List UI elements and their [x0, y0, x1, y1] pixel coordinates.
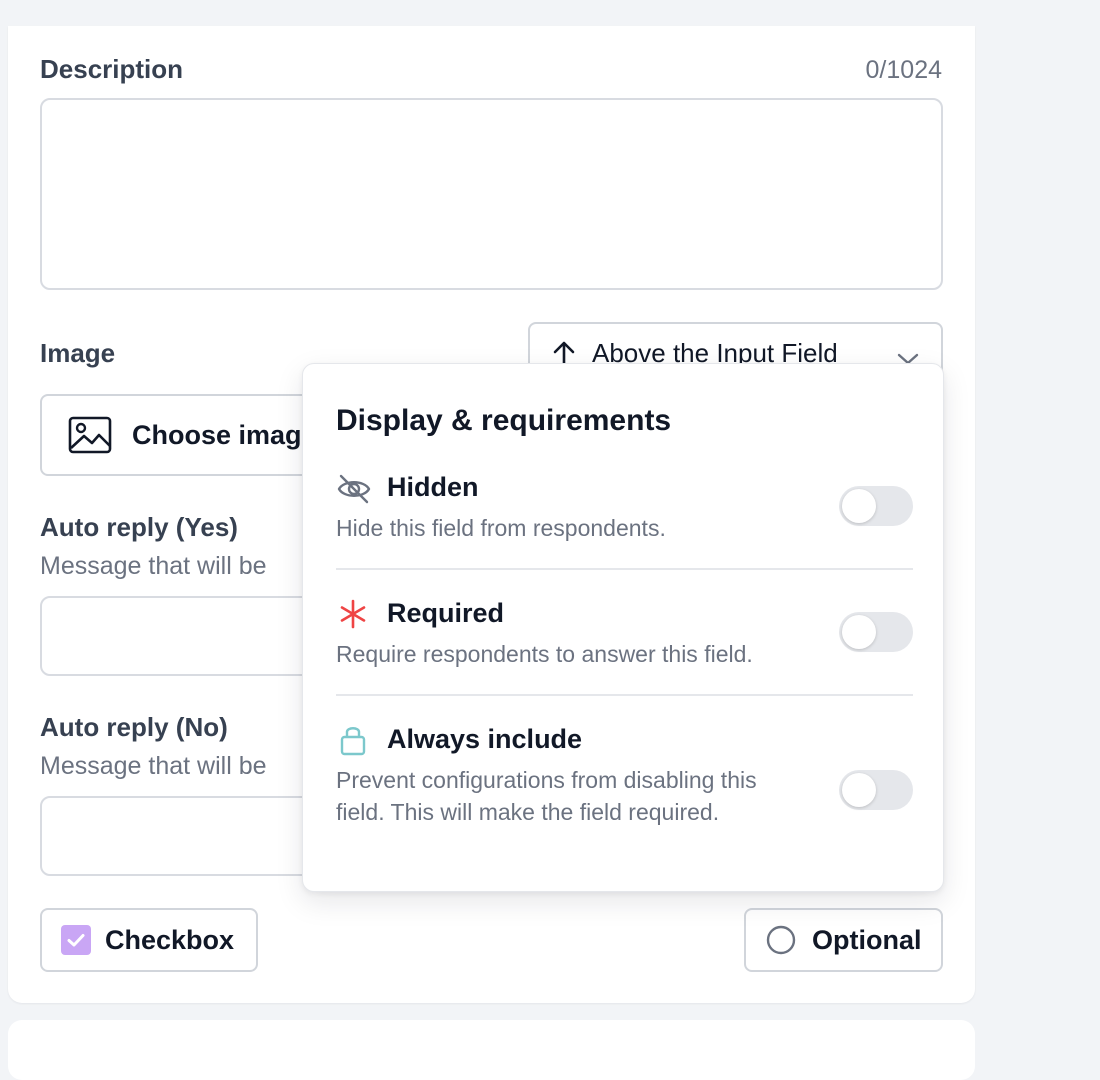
- required-option-description: Require respondents to answer this field…: [336, 641, 753, 667]
- description-textarea[interactable]: [40, 98, 943, 290]
- field-type-button[interactable]: Checkbox: [40, 908, 258, 972]
- optional-label: Optional: [812, 924, 922, 955]
- lock-icon: [336, 723, 372, 757]
- always-include-option-title: Always include: [387, 724, 583, 754]
- toggle-knob: [842, 615, 876, 649]
- toggle-knob: [842, 773, 876, 807]
- optional-button[interactable]: Optional: [744, 908, 943, 972]
- choose-image-label: Choose image: [132, 419, 317, 450]
- always-include-toggle[interactable]: [839, 770, 913, 810]
- checkbox-icon: [60, 924, 92, 956]
- description-char-counter: 0/1024: [865, 56, 942, 84]
- next-card: [8, 1020, 975, 1080]
- auto-reply-yes-hint: Message that will be: [40, 552, 267, 580]
- field-type-label: Checkbox: [105, 924, 235, 955]
- required-option-title: Required: [387, 598, 505, 628]
- hidden-toggle[interactable]: [839, 486, 913, 526]
- eye-off-icon: [336, 472, 372, 506]
- image-icon: [68, 416, 112, 454]
- auto-reply-yes-input[interactable]: [40, 596, 340, 676]
- toggle-knob: [842, 489, 876, 523]
- auto-reply-yes-label: Auto reply (Yes): [40, 512, 238, 542]
- choose-image-button[interactable]: Choose image: [40, 394, 340, 476]
- popover-title: Display & requirements: [336, 404, 672, 437]
- hidden-option-description: Hide this field from respondents.: [336, 515, 666, 541]
- display-requirements-popover: Display & requirements Hidden Hide this …: [302, 363, 944, 892]
- always-include-option-description: Prevent configurations from disabling th…: [336, 767, 757, 825]
- image-label: Image: [40, 338, 116, 368]
- divider: [336, 568, 913, 570]
- radio-circle-icon: [766, 925, 796, 955]
- required-toggle[interactable]: [839, 612, 913, 652]
- divider: [336, 694, 913, 696]
- asterisk-icon: [336, 597, 372, 631]
- auto-reply-no-hint: Message that will be: [40, 752, 267, 780]
- description-label: Description: [40, 54, 184, 84]
- auto-reply-no-input[interactable]: [40, 796, 340, 876]
- auto-reply-no-label: Auto reply (No): [40, 712, 228, 742]
- hidden-option-title: Hidden: [387, 472, 479, 502]
